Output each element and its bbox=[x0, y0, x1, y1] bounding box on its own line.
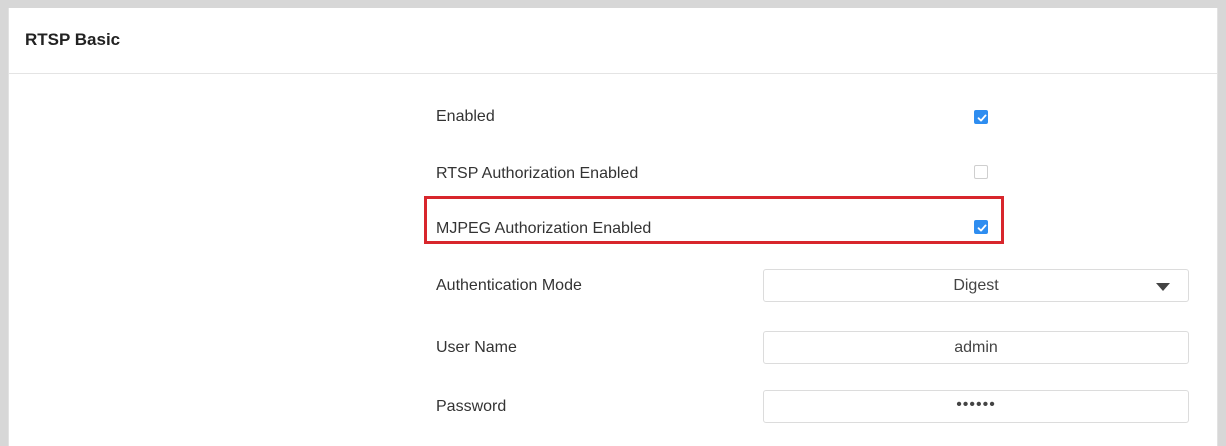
check-icon bbox=[977, 224, 987, 232]
authentication-mode-value: Digest bbox=[953, 277, 999, 294]
enabled-checkbox[interactable] bbox=[974, 110, 988, 124]
check-icon bbox=[977, 114, 987, 122]
panel-header: RTSP Basic bbox=[9, 8, 1217, 74]
password-input[interactable]: •••••• bbox=[763, 390, 1189, 423]
rtsp-authorization-checkbox[interactable] bbox=[974, 165, 988, 179]
user-name-input[interactable]: admin bbox=[763, 331, 1189, 364]
enabled-label: Enabled bbox=[436, 108, 495, 125]
mjpeg-authorization-checkbox[interactable] bbox=[974, 220, 988, 234]
mjpeg-authorization-label: MJPEG Authorization Enabled bbox=[436, 220, 652, 237]
panel-title: RTSP Basic bbox=[25, 30, 121, 49]
user-name-value: admin bbox=[954, 339, 998, 356]
user-name-label: User Name bbox=[436, 339, 517, 356]
authentication-mode-select[interactable]: Digest bbox=[763, 269, 1189, 302]
rtsp-authorization-label: RTSP Authorization Enabled bbox=[436, 165, 639, 182]
chevron-down-icon[interactable] bbox=[1156, 283, 1170, 291]
password-label: Password bbox=[436, 398, 507, 415]
password-value: •••••• bbox=[956, 396, 996, 413]
authentication-mode-label: Authentication Mode bbox=[436, 277, 582, 294]
